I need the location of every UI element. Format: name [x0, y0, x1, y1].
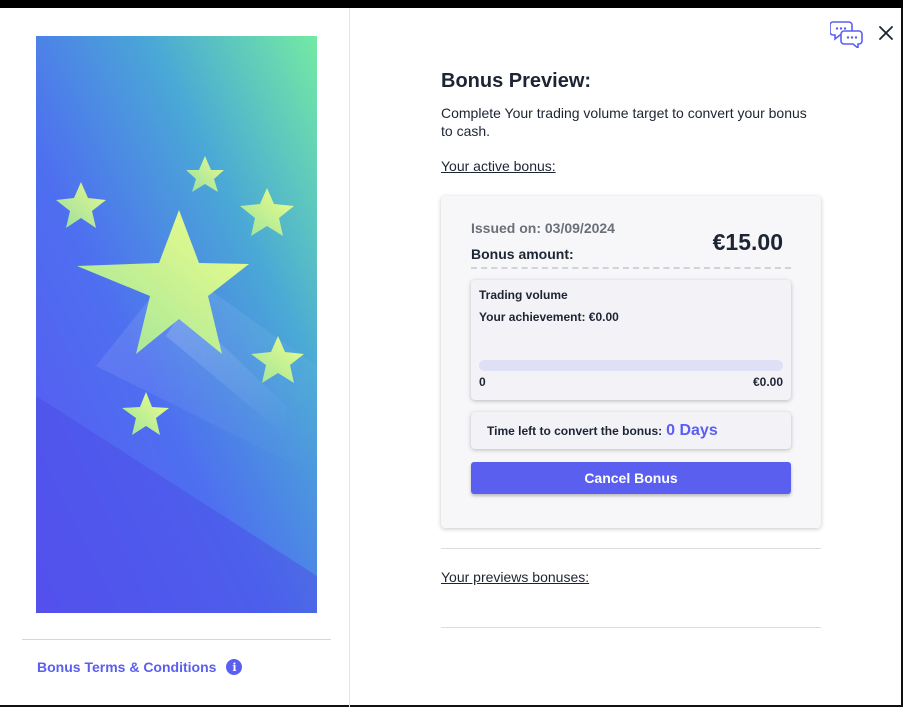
volume-progress-bar	[479, 360, 783, 371]
bonus-amount-label: Bonus amount:	[471, 246, 574, 262]
progress-max-label: €0.00	[752, 375, 783, 389]
close-icon[interactable]	[877, 24, 895, 42]
issued-date: Issued on: 03/09/2024	[471, 220, 615, 236]
promo-illustration	[36, 36, 317, 613]
time-left-box: Time left to convert the bonus: 0 Days	[471, 412, 791, 449]
achievement-text: Your achievement: €0.00	[479, 310, 619, 324]
window-top-bar	[0, 0, 903, 8]
info-icon[interactable]: i	[226, 659, 243, 675]
page-subtitle: Complete Your trading volume target to c…	[441, 105, 807, 139]
chat-bubbles-icon[interactable]	[829, 18, 864, 50]
bonus-dialog: Bonus Terms & Conditions i Bonus Preview…	[0, 8, 903, 707]
trading-volume-title: Trading volume	[479, 288, 568, 302]
time-left-label: Time left to convert the bonus:	[487, 423, 663, 438]
cancel-bonus-button[interactable]: Cancel Bonus	[471, 462, 791, 494]
section-divider-bottom	[441, 627, 821, 628]
page-title: Bonus Preview:	[441, 70, 592, 92]
trading-volume-box: Trading volume Your achievement: €0.00 0…	[471, 280, 791, 400]
promo-sidebar: Bonus Terms & Conditions i	[0, 8, 350, 707]
stars-illustration	[36, 36, 317, 613]
active-bonus-card: Issued on: 03/09/2024 Bonus amount: €15.…	[441, 196, 821, 528]
time-left-value: 0 Days	[666, 421, 718, 439]
terms-link[interactable]: Bonus Terms & Conditions i	[37, 659, 243, 675]
sidebar-divider	[22, 639, 331, 640]
section-divider	[441, 548, 821, 549]
progress-min-label: 0	[479, 375, 486, 389]
dashed-divider	[471, 267, 791, 269]
active-bonus-heading: Your active bonus:	[441, 158, 556, 174]
terms-label[interactable]: Bonus Terms & Conditions	[37, 659, 216, 675]
bonus-amount-value: €15.00	[712, 229, 783, 255]
previous-bonuses-heading: Your previews bonuses:	[441, 569, 590, 585]
